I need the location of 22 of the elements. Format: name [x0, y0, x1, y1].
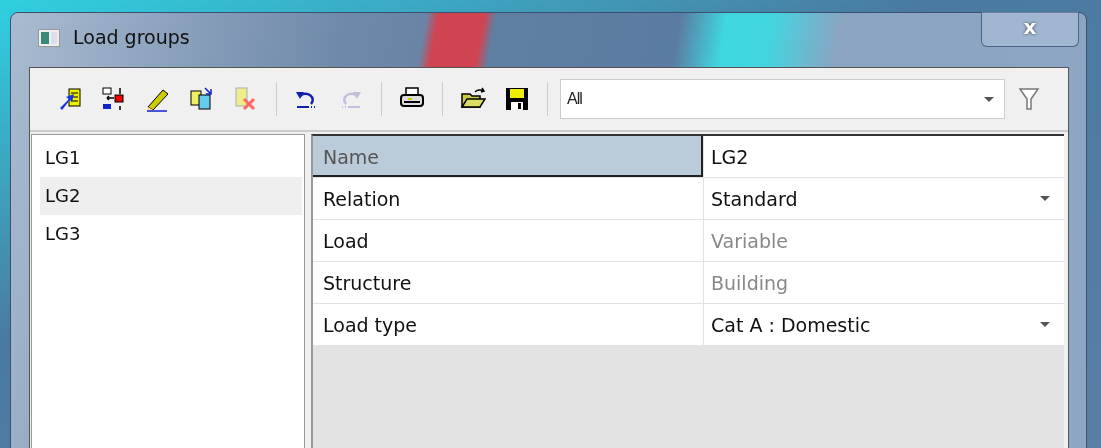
property-dropdown[interactable]: Standard	[703, 178, 1064, 219]
property-label[interactable]: Name	[313, 136, 703, 177]
list-item[interactable]: LG1	[40, 139, 302, 177]
caret-icon	[984, 96, 994, 102]
list-item[interactable]: LG3	[40, 215, 302, 253]
property-value: Variable	[703, 220, 1064, 261]
caret-icon	[1040, 196, 1050, 201]
list-item[interactable]: LG2	[40, 177, 302, 215]
property-value: Building	[703, 262, 1064, 303]
property-label[interactable]: Relation	[313, 178, 703, 219]
window-title: Load groups	[73, 26, 190, 48]
property-value[interactable]: LG2	[703, 136, 1064, 177]
caret-icon	[1040, 322, 1050, 327]
property-label[interactable]: Structure	[313, 262, 703, 303]
move-boxes-icon[interactable]	[101, 86, 127, 112]
property-label[interactable]: Load	[313, 220, 703, 261]
copy-documents-icon[interactable]	[189, 86, 215, 112]
property-label[interactable]: Load type	[313, 304, 703, 345]
window-icon	[38, 29, 60, 47]
property-dropdown[interactable]: Cat A : Domestic	[703, 304, 1064, 345]
filter-dropdown[interactable]: All	[560, 79, 1005, 119]
filter-icon[interactable]	[1018, 86, 1040, 112]
